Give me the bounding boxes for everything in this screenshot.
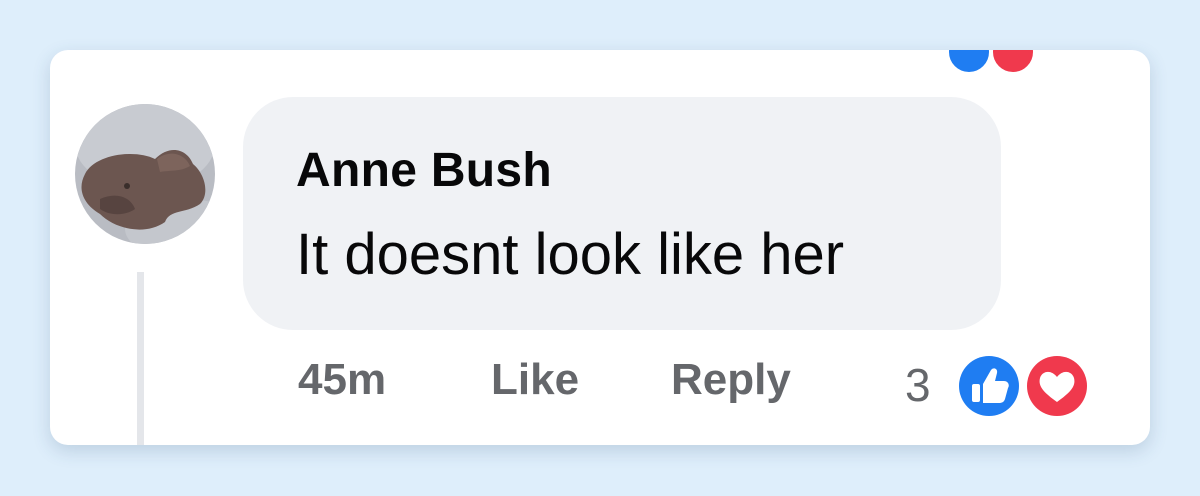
reaction-count: 3 [905, 359, 931, 411]
reply-thread-line [137, 272, 144, 445]
love-icon [989, 50, 1037, 76]
like-icon [945, 50, 993, 76]
like-button[interactable]: Like [491, 355, 579, 405]
comment-timestamp[interactable]: 45m [298, 355, 386, 405]
reaction-summary[interactable]: 3 [905, 350, 1105, 430]
previous-comment-reactions[interactable] [945, 50, 1095, 76]
love-icon [1023, 352, 1091, 420]
like-icon [955, 352, 1023, 420]
comment-text: It doesnt look like her [296, 222, 845, 287]
avatar[interactable] [75, 104, 215, 244]
previous-comment-fragment [738, 50, 798, 54]
comment-card: Anne Bush It doesnt look like her 45m Li… [50, 50, 1150, 445]
comment-bubble: Anne Bush It doesnt look like her [243, 97, 1001, 330]
comment-author[interactable]: Anne Bush [296, 143, 552, 198]
reply-button[interactable]: Reply [671, 355, 791, 405]
